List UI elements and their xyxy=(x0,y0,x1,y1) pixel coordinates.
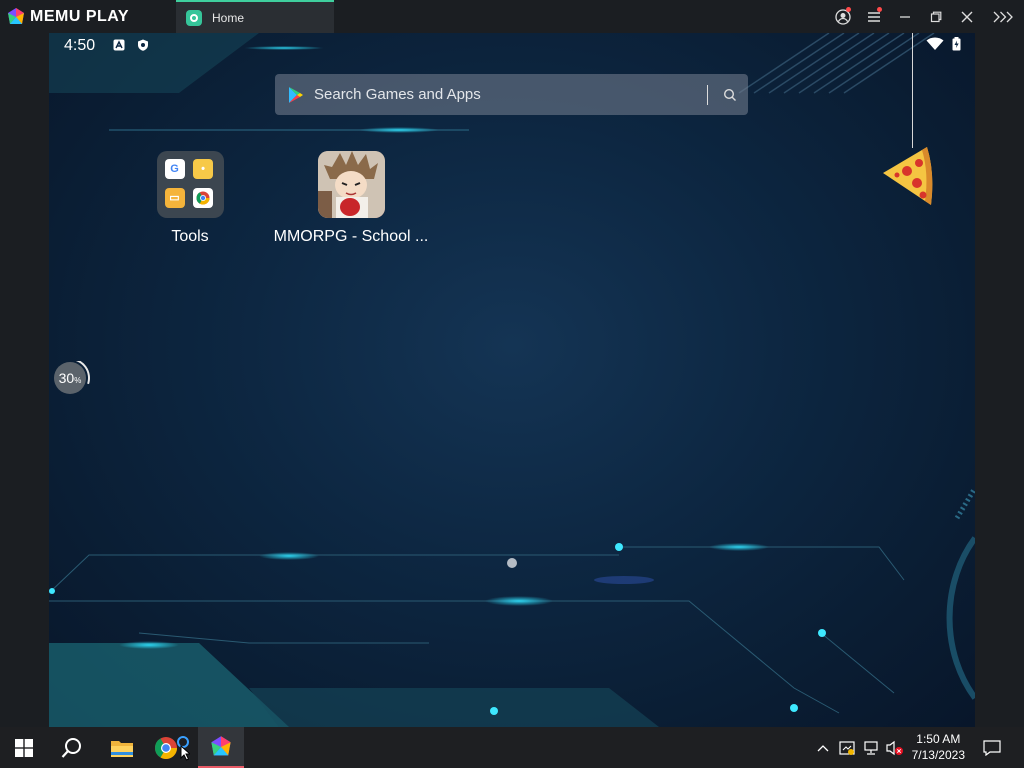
game-icon xyxy=(317,151,385,218)
volume-muted-icon xyxy=(886,740,903,755)
wifi-icon xyxy=(926,37,944,50)
clock-date: 7/13/2023 xyxy=(911,748,965,762)
search-divider xyxy=(707,84,708,105)
app-label: Tools xyxy=(171,228,209,245)
network-icon xyxy=(864,740,878,755)
minimize-icon xyxy=(899,15,910,18)
tab-label: Home xyxy=(212,10,245,25)
status-icons xyxy=(926,37,961,51)
memu-logo-icon xyxy=(8,7,24,24)
pizza-string xyxy=(912,33,913,148)
hamburger-icon xyxy=(867,11,880,22)
wallpaper-graphic xyxy=(49,33,975,727)
account-button[interactable] xyxy=(827,0,858,33)
tab-home[interactable]: Home xyxy=(176,0,334,33)
file-explorer-button[interactable] xyxy=(98,727,146,768)
shield-icon xyxy=(138,39,148,51)
chrome-taskbar-button[interactable] xyxy=(148,727,196,768)
notification-dot xyxy=(877,7,882,12)
files-icon: ▭ xyxy=(164,187,185,208)
search-icon xyxy=(61,737,81,758)
chrome-icon xyxy=(193,187,213,208)
windows-taskbar: 1:50 AM 7/13/2023 xyxy=(0,727,1024,768)
home-tab-icon xyxy=(186,9,202,26)
app-shortcut-mmorpg[interactable]: MMORPG - School ... xyxy=(271,151,431,246)
text-badge-icon xyxy=(113,39,125,51)
app-logo: MEMU PLAY xyxy=(0,0,176,33)
keep-icon: • xyxy=(193,159,213,179)
mouse-cursor-icon xyxy=(180,745,190,761)
sidebar-toggle-button[interactable] xyxy=(982,0,1024,33)
restore-button[interactable] xyxy=(920,0,951,33)
search-bar[interactable]: Search Games and Apps xyxy=(275,74,748,115)
chevrons-right-icon xyxy=(993,11,1013,22)
app-label: MMORPG - School ... xyxy=(273,228,429,245)
notifications-button[interactable] xyxy=(976,727,1008,768)
battery-charging-icon xyxy=(952,37,961,51)
search-icon[interactable] xyxy=(722,87,738,103)
left-gutter xyxy=(0,33,49,727)
memu-logo-icon xyxy=(211,735,231,755)
page-indicator-dot[interactable] xyxy=(507,558,517,568)
android-clock: 4:50 xyxy=(64,37,96,54)
notification-dot xyxy=(846,7,851,12)
pizza-widget-icon[interactable] xyxy=(881,143,935,211)
show-hidden-icons-button[interactable] xyxy=(812,727,834,768)
notification-icon xyxy=(983,739,1001,756)
android-status-bar: 4:50 xyxy=(49,33,975,57)
volume-button[interactable] xyxy=(884,727,906,768)
windows-logo-icon xyxy=(15,738,33,757)
close-icon xyxy=(961,11,972,22)
chevron-up-icon xyxy=(817,744,829,751)
brand-name: MEMU PLAY xyxy=(30,7,130,25)
search-input[interactable]: Search Games and Apps xyxy=(314,86,707,103)
progress-percent: 30% xyxy=(58,370,82,386)
restore-icon xyxy=(930,11,941,22)
menu-button[interactable] xyxy=(858,0,889,33)
google-icon: G xyxy=(164,159,185,179)
tray-app-icon xyxy=(839,740,855,755)
app-shortcut-tools[interactable]: G • ▭ Tools xyxy=(110,151,270,246)
clock-time: 1:50 AM xyxy=(916,732,961,746)
network-button[interactable] xyxy=(860,727,882,768)
start-button[interactable] xyxy=(0,727,48,768)
system-clock[interactable]: 1:50 AM 7/13/2023 xyxy=(912,731,965,763)
minimize-button[interactable] xyxy=(889,0,920,33)
right-gutter xyxy=(975,33,1024,727)
taskbar-search-button[interactable] xyxy=(48,727,96,768)
folder-icon: G • ▭ xyxy=(156,151,224,218)
chrome-icon xyxy=(155,736,177,759)
window-controls xyxy=(827,0,1024,33)
android-home-screen[interactable]: 4:50 Search Games and Apps G • ▭ Tools M… xyxy=(49,33,975,727)
memu-taskbar-button[interactable] xyxy=(198,727,244,768)
google-play-icon xyxy=(289,86,303,103)
tray-meet-now[interactable] xyxy=(836,727,858,768)
title-bar: MEMU PLAY Home xyxy=(0,0,1024,33)
progress-indicator[interactable]: 30% xyxy=(53,361,91,399)
close-button[interactable] xyxy=(951,0,982,33)
emulator-window: MEMU PLAY Home 4:50 Search Games and App… xyxy=(0,0,1024,768)
folder-icon xyxy=(111,740,133,757)
